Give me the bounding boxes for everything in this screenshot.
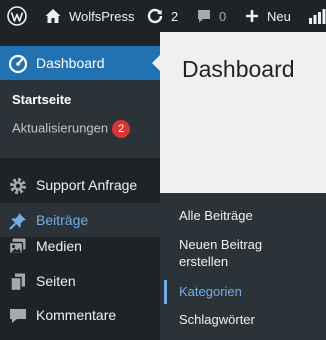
menu-support[interactable]: Support Anfrage [0,168,160,202]
updates-link[interactable]: 2 [146,0,178,32]
submenu-aktualisierungen[interactable]: Aktualisierungen 2 [12,120,131,138]
flyout-item-schlagwoerter[interactable]: Schlagwörter [179,311,255,328]
menu-support-label: Support Anfrage [36,177,138,193]
current-item-indicator [164,280,167,304]
gear-icon [8,176,28,196]
site-name: WolfsPress [69,8,135,24]
dashboard-submenu: Startseite Aktualisierungen 2 [0,80,160,158]
current-menu-arrow [152,55,160,71]
bar-chart-icon[interactable] [308,0,326,32]
pushpin-icon [8,211,28,231]
submenu-startseite[interactable]: Startseite [12,92,71,107]
new-label: Neu [267,8,291,24]
menu-pages-label: Seiten [36,273,76,289]
main-content: Dashboard [160,32,326,193]
updates-count: 2 [171,8,179,24]
admin-bar: WolfsPress 2 0 Neu [0,0,326,32]
page-title: Dashboard [182,56,295,82]
menu-dashboard[interactable]: Dashboard [0,46,160,80]
site-name-link[interactable]: WolfsPress [44,0,135,32]
menu-dashboard-label: Dashboard [36,55,105,71]
comment-icon [8,306,28,326]
menu-comments[interactable]: Kommentare [0,298,160,332]
dashboard-gauge-icon [8,54,28,74]
new-content-link[interactable]: Neu [245,0,291,32]
refresh-icon [146,7,164,25]
submenu-aktualisierungen-label: Aktualisierungen [12,120,109,136]
media-icon [8,237,28,257]
update-count-badge: 2 [112,120,131,138]
flyout-item-kategorien[interactable]: Kategorien [179,283,242,300]
flyout-item-neuen-beitrag[interactable]: Neuen Beitrag erstellen [179,236,289,270]
pages-icon [8,272,28,292]
menu-media-label: Medien [36,238,82,254]
menu-posts-label: Beiträge [36,212,89,228]
comments-link[interactable]: 0 [196,0,226,32]
menu-comments-label: Kommentare [36,307,117,323]
menu-pages[interactable]: Seiten [0,264,160,298]
flyout-arrow [152,204,160,220]
flyout-item-alle-beitraege[interactable]: Alle Beiträge [179,207,253,224]
comments-count: 0 [219,8,227,24]
admin-sidebar: Dashboard Startseite Aktualisierungen 2 S… [0,32,160,340]
plus-icon [245,9,259,23]
home-icon [44,7,62,25]
comment-icon [196,8,212,24]
menu-media[interactable]: Medien [0,229,160,263]
wordpress-logo-icon[interactable] [7,0,27,32]
posts-flyout-submenu: Alle Beiträge Neuen Beitrag erstellen Ka… [160,193,326,340]
